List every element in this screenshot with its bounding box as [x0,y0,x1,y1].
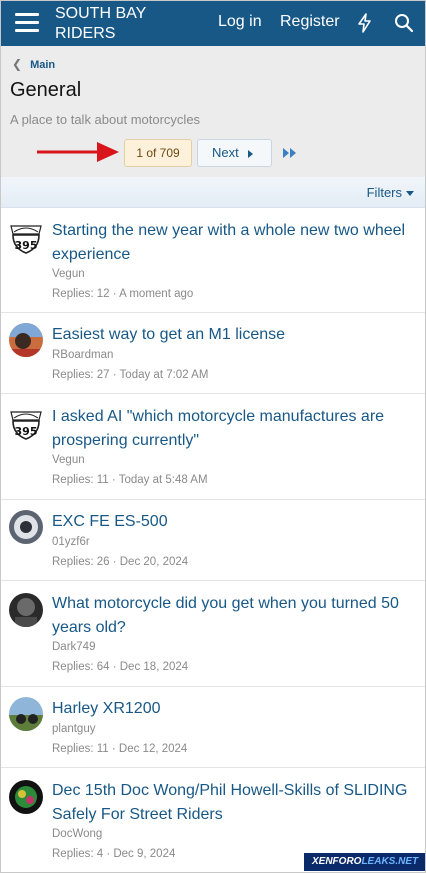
avatar [9,780,43,814]
red-arrow-annotation [37,142,119,162]
thread-item[interactable]: 395 I asked AI "which motorcycle manufac… [1,394,425,500]
next-button[interactable]: Next [197,139,272,167]
thread-meta: Replies: 11 · Today at 5:48 AM [52,474,208,486]
thread-meta: Replies: 64 · Dec 18, 2024 [52,661,189,673]
logo-line-2: RIDERS [55,25,116,42]
avatar [9,510,43,544]
thread-author[interactable]: DocWong [52,828,102,840]
thread-item[interactable]: Harley XR1200 plantguy Replies: 11 · Dec… [1,687,425,768]
bolt-icon[interactable] [355,13,375,33]
chevron-down-icon [406,191,414,197]
watermark-part2: LEAKS.NET [361,856,419,867]
filters-button[interactable]: Filters [367,185,414,200]
thread-title[interactable]: What motorcycle did you get when you tur… [52,592,412,640]
filter-bar: Filters [1,177,425,208]
menu-icon[interactable] [15,13,39,33]
thread-title[interactable]: Harley XR1200 [52,697,412,721]
page-frame: SOUTH BAY RIDERS Log in Register ❮ Main G… [0,0,426,873]
page-title: General [10,79,82,101]
avatar [9,593,43,627]
page-selector[interactable]: 1 of 709 [124,139,192,167]
thread-title[interactable]: Dec 15th Doc Wong/Phil Howell-Skills of … [52,779,412,827]
thread-meta: Replies: 12 · A moment ago [52,288,194,300]
forum-header: ❮ Main General A place to talk about moto… [1,46,425,177]
thread-title[interactable]: I asked AI "which motorcycle manufacture… [52,405,412,453]
chevron-left-icon: ❮ [12,57,23,71]
thread-meta: Replies: 11 · Dec 12, 2024 [52,743,188,755]
login-link[interactable]: Log in [218,13,262,31]
thread-title[interactable]: Starting the new year with a whole new t… [52,219,412,267]
thread-item[interactable]: 395 Starting the new year with a whole n… [1,208,425,313]
thread-meta: Replies: 27 · Today at 7:02 AM [52,369,209,381]
site-header: SOUTH BAY RIDERS Log in Register [1,1,425,46]
breadcrumb[interactable]: ❮ Main [12,57,55,71]
thread-title[interactable]: EXC FE ES-500 [52,510,412,534]
thread-author[interactable]: plantguy [52,723,95,735]
thread-item[interactable]: Easiest way to get an M1 license RBoardm… [1,313,425,394]
thread-author[interactable]: Vegun [52,454,85,466]
thread-author[interactable]: RBoardman [52,349,113,361]
thread-meta: Replies: 4 · Dec 9, 2024 [52,848,176,860]
avatar [9,697,43,731]
thread-meta: Replies: 26 · Dec 20, 2024 [52,556,189,568]
next-label: Next [212,145,239,160]
thread-item[interactable]: What motorcycle did you get when you tur… [1,581,425,687]
thread-title[interactable]: Easiest way to get an M1 license [52,323,412,347]
chevron-right-icon [248,150,253,158]
svg-text:395: 395 [15,425,38,438]
search-icon[interactable] [394,13,414,33]
watermark-part1: XENFORO [312,856,362,867]
avatar [9,323,43,357]
last-page-icon[interactable] [282,146,298,160]
thread-item[interactable]: EXC FE ES-500 01yzf6r Replies: 26 · Dec … [1,500,425,581]
avatar: 395 [9,406,43,440]
watermark: XENFOROLEAKS.NET [304,853,425,871]
svg-text:395: 395 [15,239,38,252]
register-link[interactable]: Register [280,13,340,31]
forum-description: A place to talk about motorcycles [10,112,201,127]
avatar: 395 [9,220,43,254]
logo-line-1: SOUTH BAY [55,5,147,22]
thread-author[interactable]: 01yzf6r [52,536,90,548]
filters-label: Filters [366,185,402,200]
breadcrumb-main: Main [30,59,56,71]
thread-author[interactable]: Dark749 [52,641,95,653]
site-logo[interactable]: SOUTH BAY RIDERS [55,4,175,44]
thread-author[interactable]: Vegun [52,268,85,280]
